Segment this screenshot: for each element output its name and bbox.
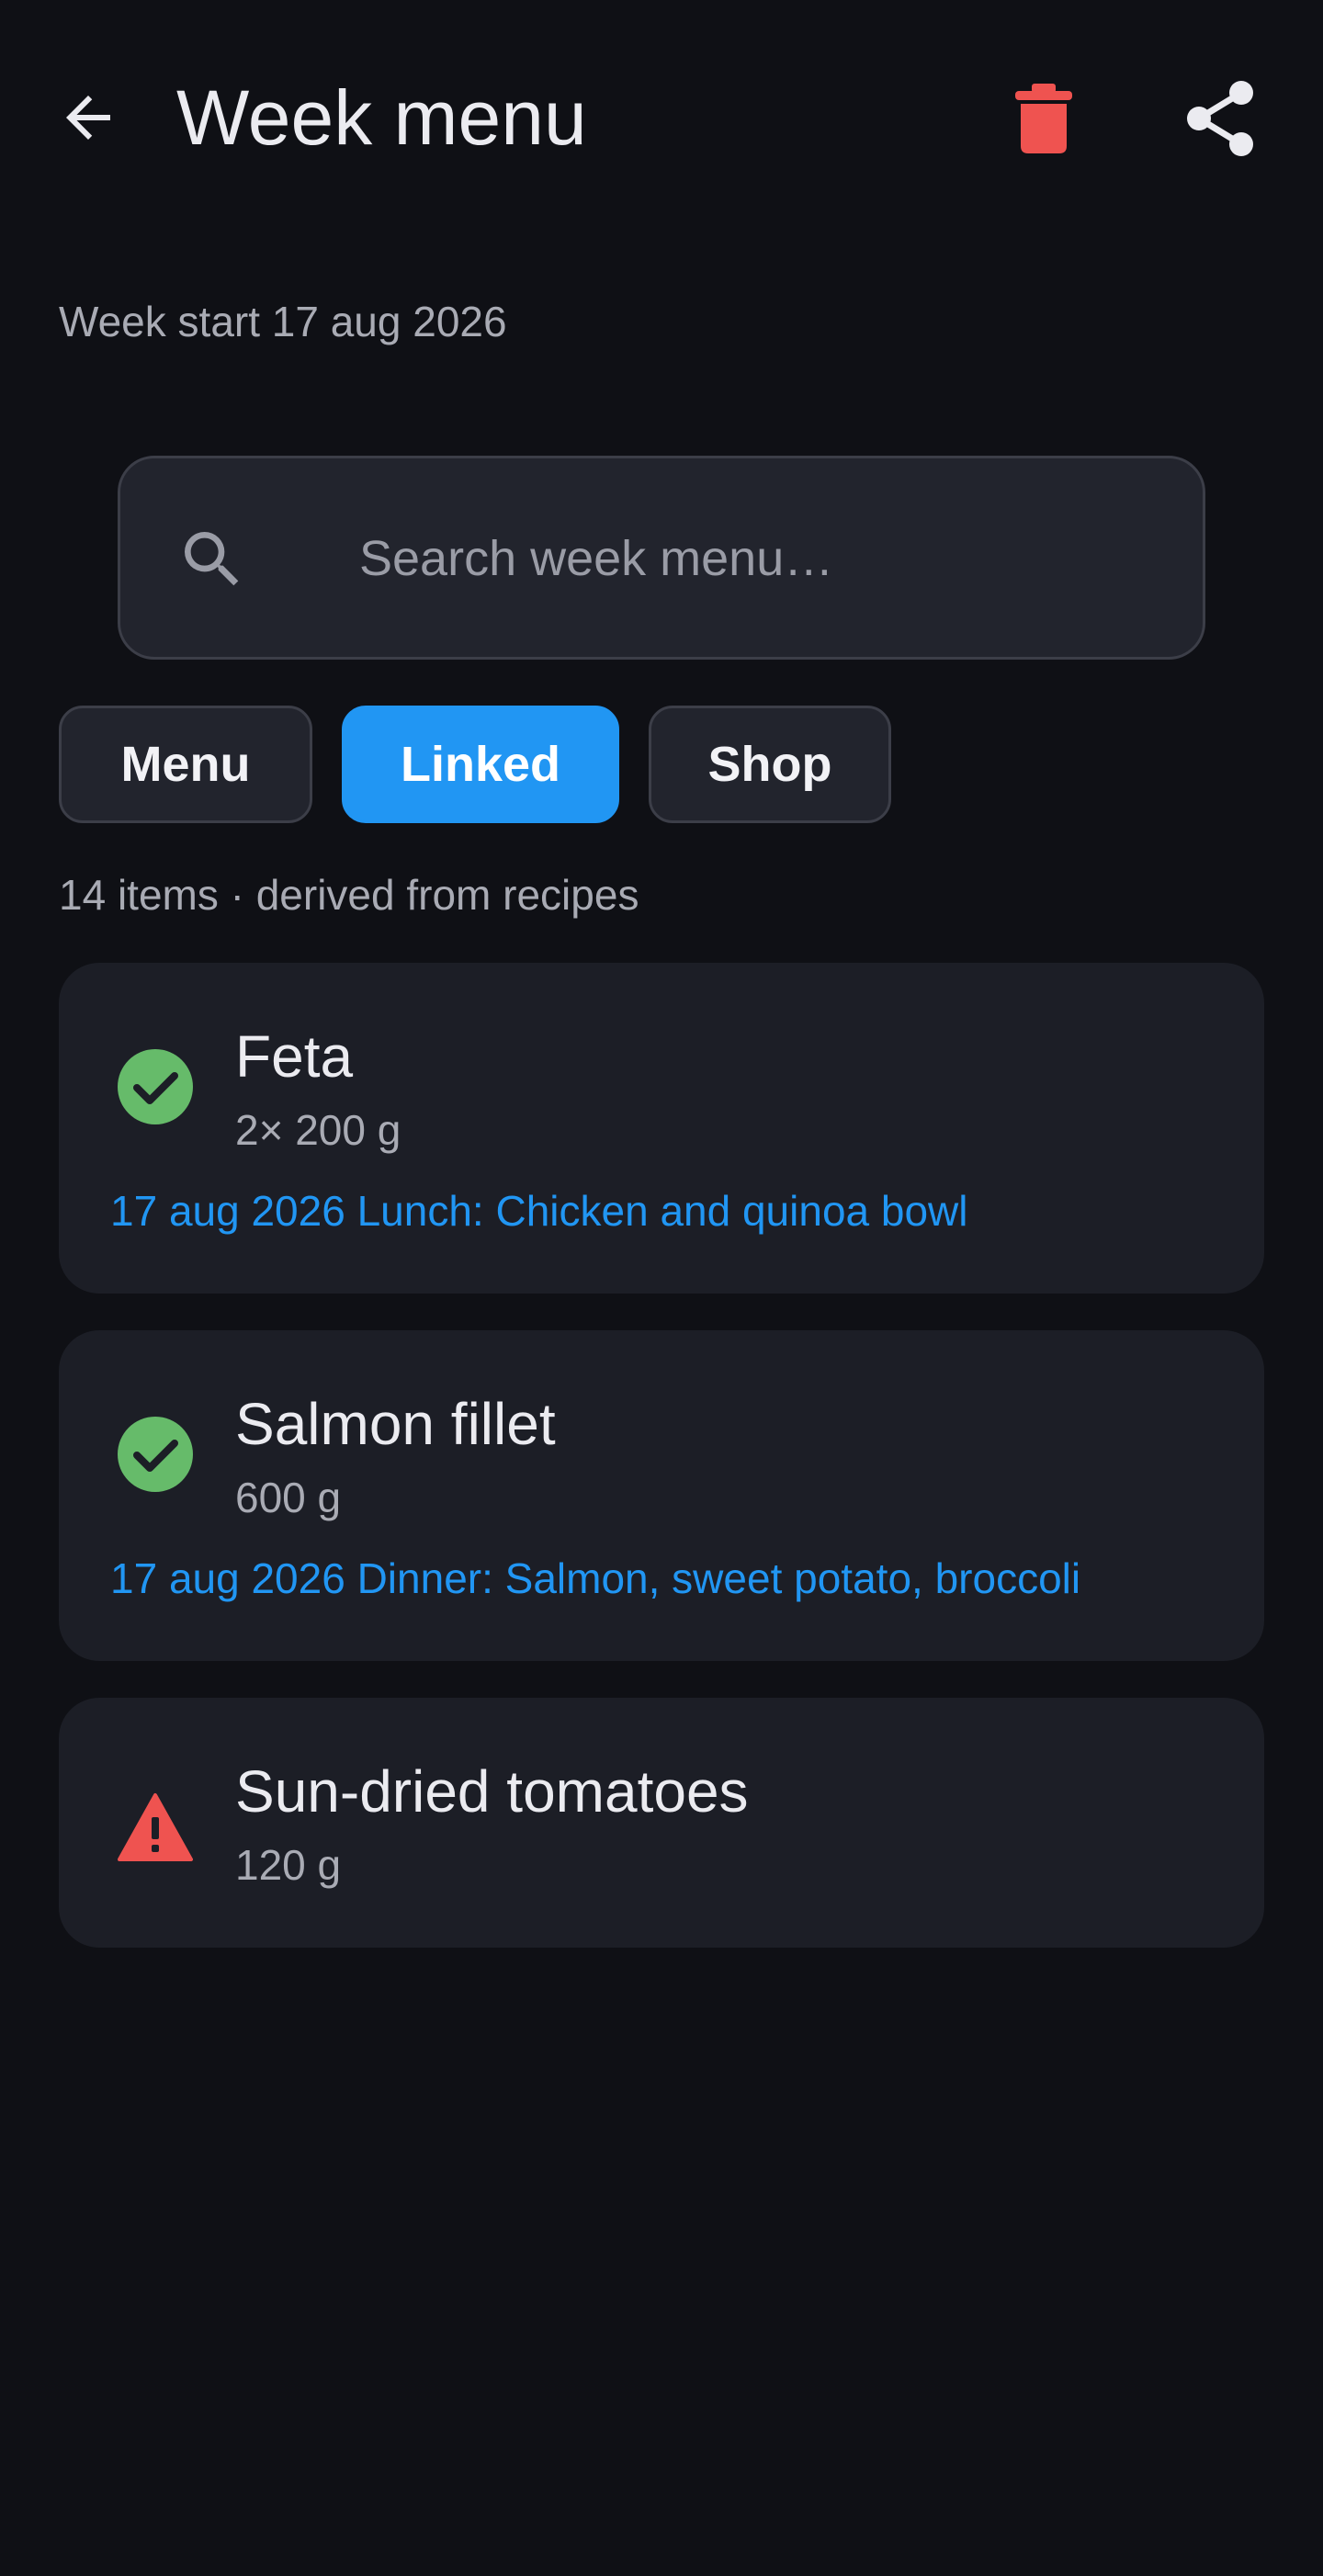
page-title: Week menu: [176, 74, 587, 161]
tab-linked[interactable]: Linked: [342, 706, 619, 823]
tab-menu[interactable]: Menu: [59, 706, 312, 823]
share-icon: [1187, 81, 1253, 156]
list-item[interactable]: Salmon fillet 600 g 17 aug 2026 Dinner: …: [59, 1330, 1264, 1661]
trash-icon: [1015, 84, 1072, 153]
item-quantity: 120 g: [235, 1841, 342, 1889]
item-quantity: 2× 200 g: [235, 1106, 401, 1154]
item-name: Salmon fillet: [235, 1391, 556, 1457]
item-name: Sun-dried tomatoes: [235, 1758, 749, 1825]
item-name: Feta: [235, 1023, 354, 1090]
check-circle-icon: [118, 1049, 193, 1124]
arrow-left-icon: [66, 96, 110, 140]
search-bar[interactable]: [118, 456, 1205, 660]
back-button[interactable]: [51, 81, 125, 154]
delete-button[interactable]: [1007, 77, 1080, 160]
warning-triangle-icon: [118, 1793, 193, 1861]
items-summary: 14 items · derived from recipes: [59, 871, 639, 919]
recipe-link[interactable]: 17 aug 2026 Dinner: Salmon, sweet potato…: [110, 1553, 1080, 1604]
app-bar: Week menu: [0, 0, 1323, 235]
tab-shop[interactable]: Shop: [649, 706, 891, 823]
share-button[interactable]: [1180, 77, 1262, 160]
check-circle-icon: [118, 1417, 193, 1492]
list-item[interactable]: Sun-dried tomatoes 120 g: [59, 1698, 1264, 1948]
search-input[interactable]: [357, 519, 1166, 598]
item-quantity: 600 g: [235, 1474, 342, 1521]
list-item[interactable]: Feta 2× 200 g 17 aug 2026 Lunch: Chicken…: [59, 963, 1264, 1294]
recipe-link[interactable]: 17 aug 2026 Lunch: Chicken and quinoa bo…: [110, 1185, 968, 1237]
week-start-label: Week start 17 aug 2026: [59, 298, 507, 345]
search-icon: [185, 532, 239, 586]
